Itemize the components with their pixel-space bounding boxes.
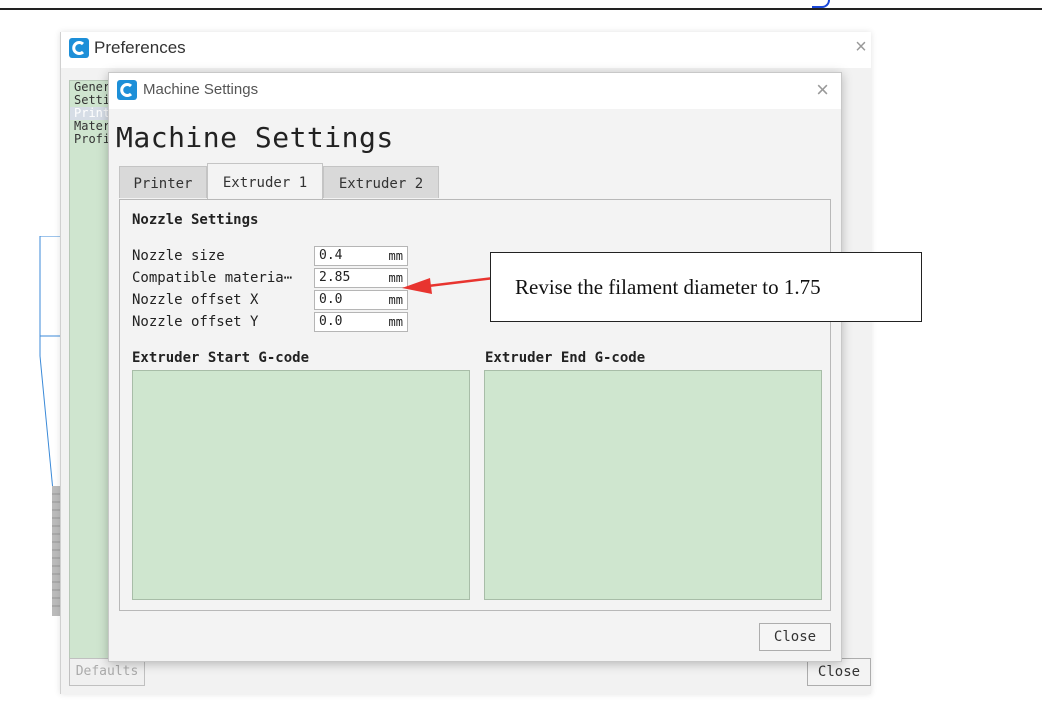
defaults-button[interactable]: Defaults xyxy=(69,658,145,686)
cura-logo-icon xyxy=(69,38,89,58)
nozzle-offset-y-unit: mm xyxy=(388,315,403,329)
machine-settings-titlebar: Machine Settings × xyxy=(109,73,841,109)
nozzle-offset-x-value: 0.0 xyxy=(319,292,343,307)
tab-extruder-2[interactable]: Extruder 2 xyxy=(323,166,439,198)
machine-settings-close-button[interactable]: Close xyxy=(759,623,831,651)
preferences-close-icon[interactable]: × xyxy=(851,36,871,59)
nozzle-size-value: 0.4 xyxy=(319,248,343,263)
nozzle-size-label: Nozzle size xyxy=(132,248,225,264)
top-blue-line xyxy=(812,0,830,8)
page-title: Machine Settings xyxy=(116,121,394,154)
start-gcode-title: Extruder Start G-code xyxy=(132,350,310,366)
end-gcode-editor[interactable] xyxy=(484,370,822,600)
nozzle-offset-y-value: 0.0 xyxy=(319,314,343,329)
tab-extruder-1[interactable]: Extruder 1 xyxy=(207,163,323,200)
machine-settings-dialog: Machine Settings × Machine Settings Prin… xyxy=(108,72,842,662)
nozzle-size-input[interactable]: 0.4 mm xyxy=(314,246,408,266)
compatible-material-diameter-value: 2.85 xyxy=(319,270,351,285)
end-gcode-title: Extruder End G-code xyxy=(485,350,646,366)
compatible-material-diameter-label: Compatible materia⋯ xyxy=(132,270,293,286)
preferences-titlebar: Preferences × xyxy=(61,32,871,68)
nozzle-offset-x-input[interactable]: 0.0 mm xyxy=(314,290,408,310)
tab-printer[interactable]: Printer xyxy=(119,166,207,198)
machine-settings-window-title: Machine Settings xyxy=(143,81,259,98)
annotation-callout: Revise the filament diameter to 1.75 xyxy=(490,252,922,322)
annotation-arrow xyxy=(402,276,495,294)
annotation-text: Revise the filament diameter to 1.75 xyxy=(515,275,821,299)
compatible-material-diameter-input[interactable]: 2.85 mm xyxy=(314,268,408,288)
preferences-title: Preferences xyxy=(94,38,186,57)
nozzle-offset-y-label: Nozzle offset Y xyxy=(132,314,259,330)
cura-logo-icon xyxy=(117,80,137,100)
machine-settings-close-icon[interactable]: × xyxy=(816,77,829,103)
nozzle-settings-title: Nozzle Settings xyxy=(132,212,259,228)
nozzle-size-unit: mm xyxy=(388,249,403,263)
start-gcode-editor[interactable] xyxy=(132,370,470,600)
nozzle-offset-y-input[interactable]: 0.0 mm xyxy=(314,312,408,332)
preferences-close-button[interactable]: Close xyxy=(807,658,871,686)
nozzle-offset-x-label: Nozzle offset X xyxy=(132,292,259,308)
top-rule xyxy=(0,8,1042,10)
